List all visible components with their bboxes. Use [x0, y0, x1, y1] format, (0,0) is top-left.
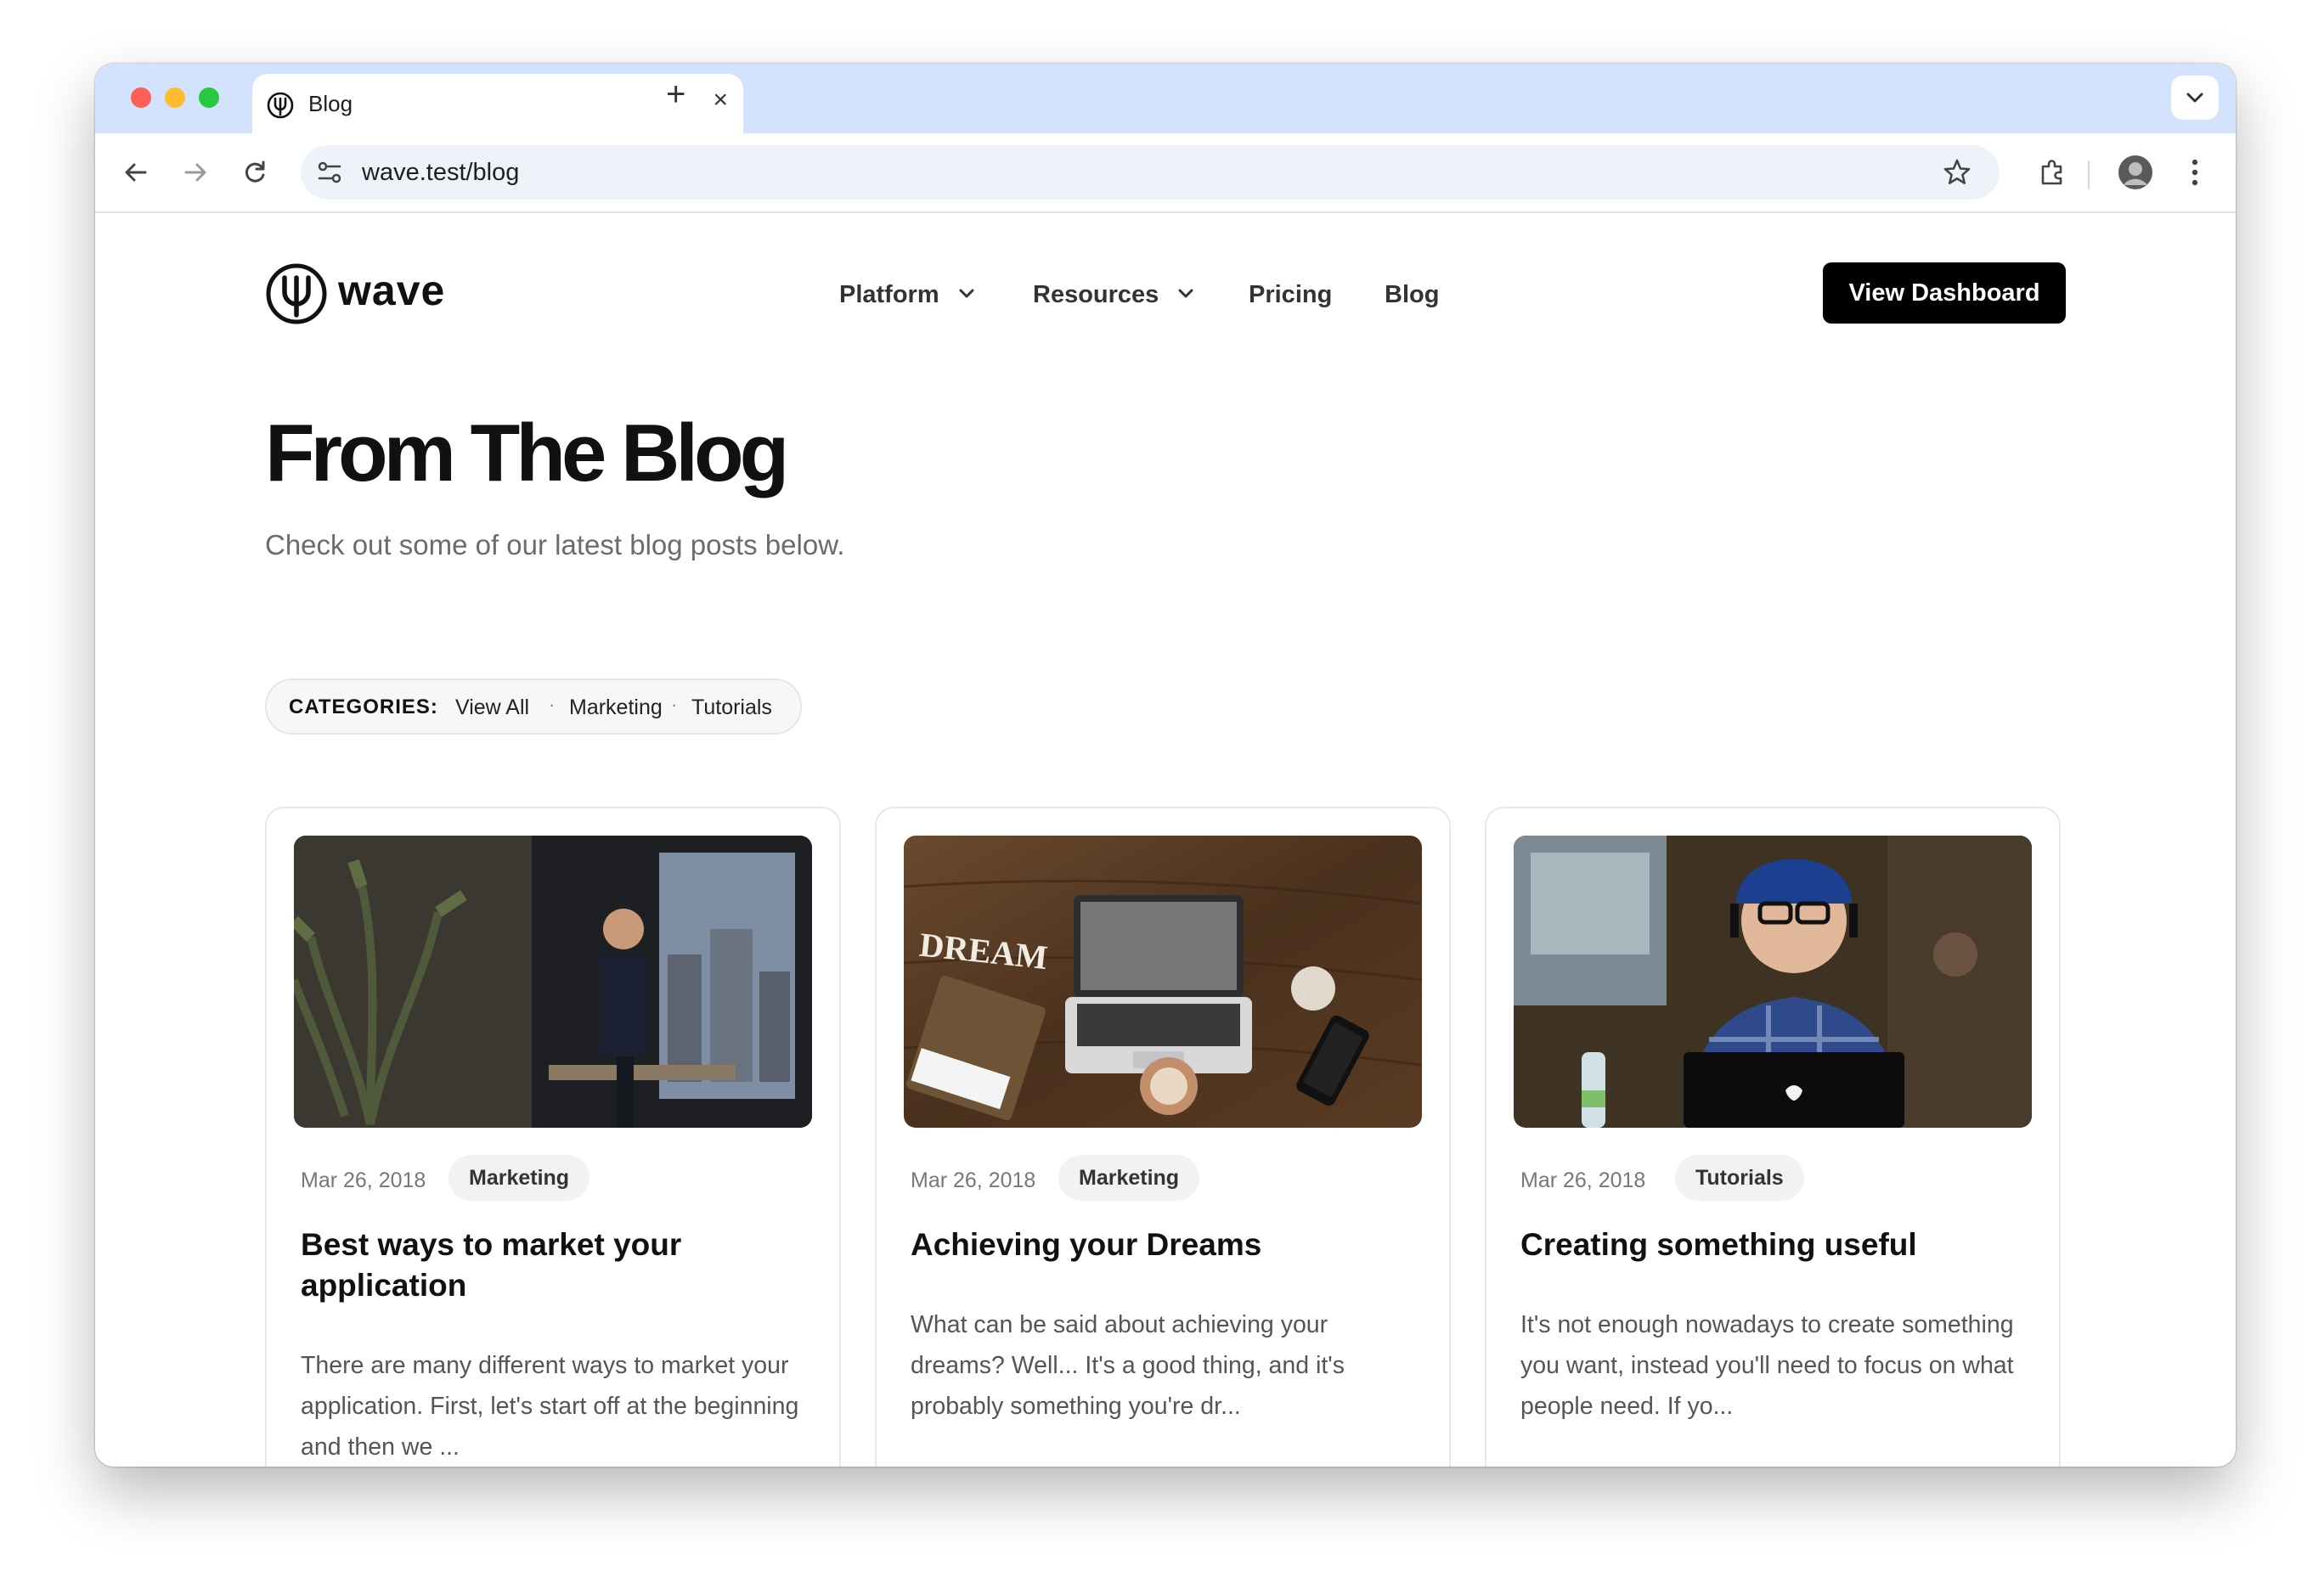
profile-avatar-icon[interactable]	[2117, 154, 2154, 191]
post-title[interactable]: Best ways to market your application	[301, 1225, 810, 1306]
nav-platform-label: Platform	[839, 281, 939, 308]
extensions-icon[interactable]	[2034, 154, 2071, 191]
category-separator: ·	[549, 694, 556, 715]
tab-title: Blog	[308, 91, 353, 116]
page-subtitle: Check out some of our latest blog posts …	[265, 529, 845, 560]
nav-platform[interactable]: Platform	[839, 281, 975, 309]
reload-icon[interactable]	[236, 154, 274, 191]
categories-label: CATEGORIES:	[289, 695, 438, 718]
toolbar-divider	[2088, 160, 2090, 189]
browser-window: Blog × + wave.test/blog wave Platform Re…	[95, 64, 2236, 1467]
post-title[interactable]: Achieving your Dreams	[911, 1225, 1420, 1265]
site-info-icon[interactable]	[314, 157, 345, 188]
tab-close-icon[interactable]: ×	[713, 86, 728, 115]
browser-toolbar: wave.test/blog	[95, 133, 2236, 213]
post-image[interactable]: DREAM	[904, 836, 1422, 1128]
maximize-window-button[interactable]	[199, 87, 219, 108]
url-text: wave.test/blog	[362, 159, 520, 186]
forward-icon[interactable]	[177, 154, 214, 191]
tab-strip: Blog × +	[95, 64, 2236, 133]
page-title: From The Blog	[265, 408, 789, 498]
tab-search-icon[interactable]	[2171, 76, 2219, 120]
brand-name: wave	[338, 267, 446, 314]
chevron-down-icon	[1178, 289, 1193, 298]
page-content: wave Platform Resources Pricing Blog Vie…	[95, 213, 2236, 1467]
post-category-badge[interactable]: Marketing	[1058, 1155, 1200, 1201]
nav-resources-label: Resources	[1033, 281, 1159, 308]
nav-pricing[interactable]: Pricing	[1249, 281, 1332, 309]
blog-card[interactable]: Mar 26, 2018 Marketing Best ways to mark…	[265, 807, 841, 1467]
category-marketing[interactable]: Marketing	[569, 695, 663, 720]
blog-card[interactable]: Mar 26, 2018 Tutorials Creating somethin…	[1485, 807, 2061, 1467]
nav-blog[interactable]: Blog	[1385, 281, 1439, 309]
post-date: Mar 26, 2018	[1520, 1168, 1646, 1192]
wave-logo-icon	[266, 263, 327, 324]
wave-favicon-icon	[267, 92, 294, 119]
category-separator: ·	[671, 694, 678, 715]
address-bar[interactable]: wave.test/blog	[301, 145, 2000, 200]
post-date: Mar 26, 2018	[301, 1168, 426, 1192]
nav-resources[interactable]: Resources	[1033, 281, 1194, 309]
post-date: Mar 26, 2018	[911, 1168, 1036, 1192]
post-category-badge[interactable]: Marketing	[448, 1155, 590, 1201]
post-image[interactable]	[1514, 836, 2032, 1128]
category-view-all[interactable]: View All	[455, 695, 529, 720]
category-tutorials[interactable]: Tutorials	[691, 695, 772, 720]
close-window-button[interactable]	[131, 87, 151, 108]
post-image[interactable]	[294, 836, 812, 1128]
post-excerpt: What can be said about achieving your dr…	[911, 1311, 1345, 1420]
blog-card[interactable]: DREAM Mar 26, 2018 Marketing Achieving y…	[875, 807, 1451, 1467]
bookmark-star-icon[interactable]	[1942, 154, 1972, 195]
site-logo[interactable]: wave	[265, 262, 477, 325]
menu-kebab-icon[interactable]	[2176, 154, 2214, 191]
chevron-down-icon	[959, 289, 974, 298]
back-icon[interactable]	[117, 154, 155, 191]
view-dashboard-button[interactable]: View Dashboard	[1823, 262, 2066, 324]
new-tab-button[interactable]: +	[666, 77, 685, 111]
minimize-window-button[interactable]	[165, 87, 185, 108]
post-excerpt: There are many different ways to market …	[301, 1352, 799, 1461]
post-category-badge[interactable]: Tutorials	[1675, 1155, 1804, 1201]
post-excerpt: It's not enough nowadays to create somet…	[1520, 1311, 2014, 1420]
category-filter: CATEGORIES: View All · Marketing · Tutor…	[265, 679, 802, 735]
post-title[interactable]: Creating something useful	[1520, 1225, 2030, 1265]
